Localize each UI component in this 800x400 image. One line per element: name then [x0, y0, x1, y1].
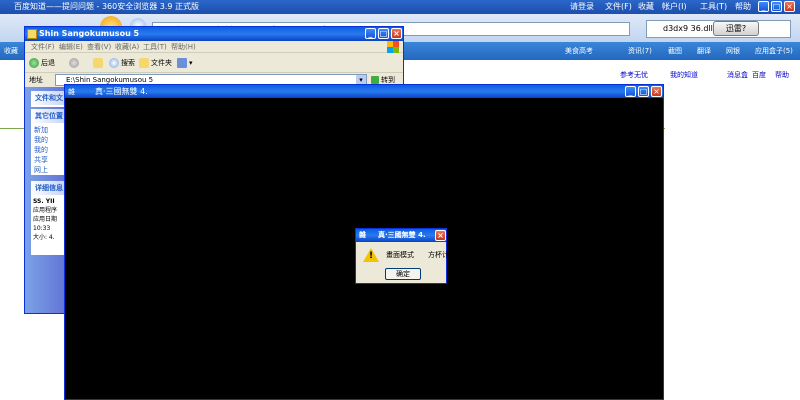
- warning-dialog: 雜 真·三國無雙 4. × ! 畫面模式 方杯计 确定: [355, 228, 449, 284]
- bookmark-bank[interactable]: 网银: [726, 45, 740, 57]
- ok-button[interactable]: 确定: [385, 268, 421, 280]
- page-right-area: [665, 86, 800, 400]
- bookmark-news[interactable]: 资讯(7): [628, 45, 652, 57]
- up-folder-icon: [93, 58, 103, 68]
- dialog-message: 畫面模式 方杯计: [386, 251, 449, 259]
- explorer-menu-view[interactable]: 查看(V): [87, 41, 111, 53]
- menu-help[interactable]: 帮助: [735, 0, 751, 14]
- details-size: 大小: 4.: [33, 234, 55, 241]
- bookmark-screenshot[interactable]: 截图: [668, 45, 682, 57]
- up-folder-button[interactable]: [93, 56, 105, 70]
- explorer-minimize-button[interactable]: _: [365, 28, 376, 39]
- details-body: SS. YII 应用程序 应用日期 10:33 大小: 4.: [31, 195, 65, 255]
- place-item[interactable]: 我的: [34, 135, 48, 145]
- search-label: 搜索: [121, 59, 135, 67]
- explorer-menu-file[interactable]: 文件(F): [31, 41, 55, 53]
- nav-link-3[interactable]: 消息盒: [727, 70, 748, 80]
- menu-file[interactable]: 文件(F): [605, 0, 632, 14]
- magnifier-icon: [109, 58, 119, 68]
- bookmark-translate[interactable]: 翻译: [697, 45, 711, 57]
- go-label: 转到: [381, 76, 395, 84]
- folders-button[interactable]: 文件夹: [139, 56, 172, 70]
- nav-link-4[interactable]: 百度: [752, 70, 766, 80]
- forward-arrow-icon: [69, 58, 79, 68]
- game-close-button[interactable]: ×: [651, 86, 662, 97]
- explorer-toolbar: 后退 搜索 文件夹 ▾: [25, 53, 403, 73]
- back-arrow-icon: [29, 58, 39, 68]
- menu-favorites[interactable]: 收藏: [638, 0, 654, 14]
- explorer-menu-help[interactable]: 帮助(H): [171, 41, 196, 53]
- game-title-bar: 雜 真·三國無雙 4. _ □ ×: [65, 85, 663, 98]
- explorer-menu-favorites[interactable]: 收藏(A): [115, 41, 139, 53]
- back-button[interactable]: 后退: [29, 56, 55, 70]
- warning-icon-mark: !: [368, 251, 374, 261]
- place-item[interactable]: 新加: [34, 125, 48, 135]
- nav-link-1[interactable]: 参考无忧: [620, 70, 648, 80]
- folders-icon: [139, 58, 149, 68]
- back-label: 后退: [41, 59, 55, 67]
- login-link[interactable]: 请登录: [570, 0, 594, 14]
- search-folder-button[interactable]: 搜索: [109, 56, 135, 70]
- bookmark-food[interactable]: 美食高考: [565, 45, 593, 57]
- file-tasks-header[interactable]: 文件和文: [31, 91, 65, 105]
- explorer-task-pane: 文件和文 其它位置 新加 我的 我的 共享 网上 详细信息 SS. YII 应用…: [25, 87, 65, 313]
- bookmark-favorites[interactable]: 收藏: [4, 45, 18, 57]
- folder-icon: [27, 29, 37, 39]
- views-grid-icon: [177, 58, 187, 68]
- forward-button[interactable]: [69, 56, 81, 70]
- dialog-title-bar: 雜 真·三國無雙 4. ×: [356, 229, 446, 242]
- explorer-close-button[interactable]: ×: [391, 28, 402, 39]
- explorer-menubar: 文件(F) 编辑(E) 查看(V) 收藏(A) 工具(T) 帮助(H): [25, 41, 403, 53]
- details-date-label: 应用日期: [33, 216, 58, 223]
- folders-label: 文件夹: [151, 59, 172, 67]
- place-item[interactable]: 我的: [34, 145, 48, 155]
- search-button[interactable]: 迅雷?: [713, 21, 759, 36]
- explorer-title: Shin Sangokumusou 5: [39, 29, 140, 38]
- bookmark-appbox[interactable]: 应用盒子(5): [755, 45, 793, 57]
- address-label: 地址: [29, 76, 43, 84]
- page-nav: 参考无忧 我的知道 消息盒 百度 帮助: [600, 70, 800, 82]
- file-tasks-body: [31, 105, 65, 107]
- explorer-menu-tools[interactable]: 工具(T): [143, 41, 167, 53]
- other-places-header[interactable]: 其它位置: [31, 109, 65, 123]
- explorer-menu-edit[interactable]: 编辑(E): [59, 41, 83, 53]
- menu-tools[interactable]: 工具(T): [700, 0, 727, 14]
- explorer-title-bar: Shin Sangokumusou 5 _ □ ×: [25, 27, 403, 41]
- nav-link-5[interactable]: 帮助: [775, 70, 789, 80]
- explorer-maximize-button[interactable]: □: [378, 28, 389, 39]
- game-title: 真·三國無雙 4.: [95, 87, 148, 96]
- details-header[interactable]: 详细信息: [31, 181, 65, 195]
- dialog-close-button[interactable]: ×: [435, 230, 446, 241]
- browser-title-bar: 百度知道——提问问题 - 360安全浏览器 3.9 正式版 请登录 文件(F) …: [0, 0, 800, 14]
- place-item[interactable]: 网上: [34, 165, 48, 175]
- browser-minimize-button[interactable]: _: [758, 1, 769, 12]
- other-places-body: 新加 我的 我的 共享 网上: [31, 123, 65, 175]
- dialog-title: 真·三國無雙 4.: [378, 231, 426, 239]
- windows-logo-icon: [387, 41, 399, 53]
- explorer-address-value: E:\Shin Sangokumusou 5: [66, 76, 154, 84]
- browser-maximize-button[interactable]: □: [771, 1, 782, 12]
- details-filename: SS. YII: [33, 198, 55, 205]
- views-button[interactable]: ▾: [177, 56, 193, 70]
- game-maximize-button[interactable]: □: [638, 86, 649, 97]
- browser-close-button[interactable]: ×: [784, 1, 795, 12]
- nav-link-2[interactable]: 我的知道: [670, 70, 698, 80]
- details-time: 10:33: [33, 225, 51, 232]
- go-arrow-icon: [371, 76, 379, 84]
- dialog-app-icon: 雜: [359, 231, 366, 239]
- browser-title: 百度知道——提问问题 - 360安全浏览器 3.9 正式版: [14, 2, 200, 11]
- details-type: 应用程序: [33, 207, 58, 214]
- place-item[interactable]: 共享: [34, 155, 48, 165]
- menu-account[interactable]: 帐户(I): [662, 0, 687, 14]
- game-minimize-button[interactable]: _: [625, 86, 636, 97]
